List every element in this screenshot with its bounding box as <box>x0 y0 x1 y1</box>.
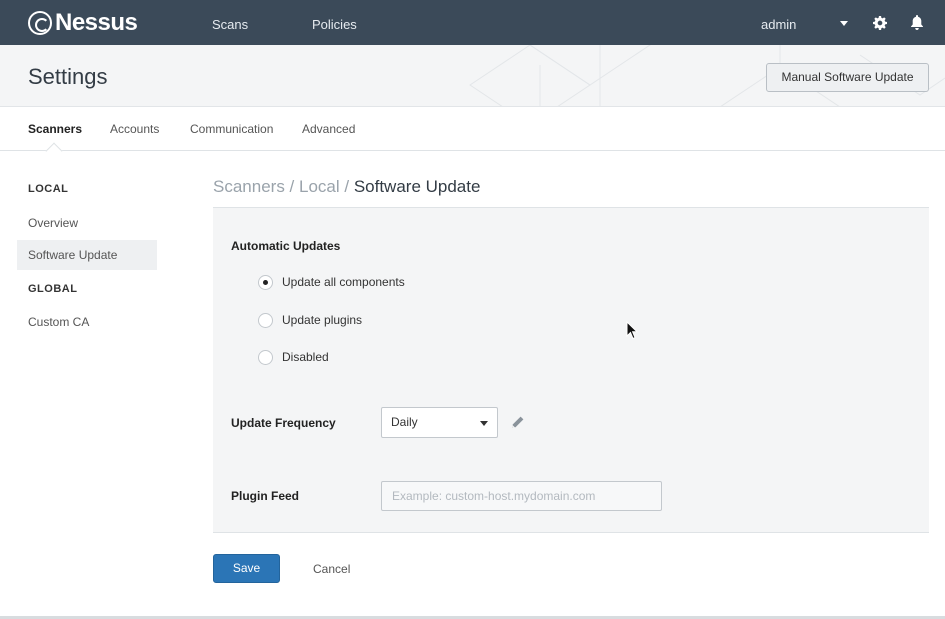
radio-button[interactable] <box>258 312 273 328</box>
tab-advanced[interactable]: Advanced <box>302 122 355 136</box>
gear-icon[interactable] <box>873 16 887 30</box>
user-menu[interactable]: admin <box>761 17 796 32</box>
plugin-feed-label: Plugin Feed <box>231 489 300 503</box>
plugin-feed-input[interactable] <box>381 481 662 511</box>
breadcrumb: Scanners / Local / Software Update <box>213 177 480 197</box>
pencil-icon[interactable] <box>511 416 524 429</box>
manual-software-update-button[interactable]: Manual Software Update <box>766 63 929 92</box>
software-update-form: Automatic Updates Update all components … <box>213 207 929 533</box>
nav-scans[interactable]: Scans <box>212 17 248 32</box>
brand[interactable]: Nessus <box>28 9 138 37</box>
nav-policies[interactable]: Policies <box>312 17 357 32</box>
breadcrumb-separator: / <box>284 177 299 196</box>
breadcrumb-current: Software Update <box>353 177 481 196</box>
sidebar-item-software-update[interactable]: Software Update <box>17 240 157 270</box>
save-button[interactable]: Save <box>213 554 280 583</box>
breadcrumb-scanners[interactable]: Scanners <box>213 177 285 196</box>
tab-communication[interactable]: Communication <box>190 122 273 136</box>
radio-update-plugins[interactable]: Update plugins <box>258 311 362 329</box>
cancel-button[interactable]: Cancel <box>313 562 350 576</box>
page-title: Settings <box>28 64 108 89</box>
nessus-logo-icon <box>28 11 52 35</box>
caret-down-icon <box>480 421 488 426</box>
radio-button[interactable] <box>258 349 273 365</box>
active-tab-pointer <box>45 142 63 160</box>
tab-accounts[interactable]: Accounts <box>110 122 159 136</box>
sidebar-item-custom-ca[interactable]: Custom CA <box>17 307 157 337</box>
breadcrumb-local[interactable]: Local <box>299 177 340 196</box>
radio-button-checked[interactable] <box>258 274 273 290</box>
sidebar-heading-global: GLOBAL <box>28 283 78 295</box>
brand-name: Nessus <box>55 9 138 36</box>
page-header: Settings Manual Software Update <box>0 45 945 107</box>
breadcrumb-separator: / <box>339 177 354 196</box>
tab-scanners[interactable]: Scanners <box>28 122 82 136</box>
radio-label: Disabled <box>282 350 329 364</box>
update-frequency-select[interactable]: Daily <box>381 407 498 438</box>
radio-label: Update plugins <box>282 313 363 327</box>
radio-update-all-components[interactable]: Update all components <box>258 273 405 291</box>
radio-disabled[interactable]: Disabled <box>258 348 329 366</box>
sidebar-heading-local: LOCAL <box>28 183 69 195</box>
automatic-updates-label: Automatic Updates <box>231 239 341 253</box>
bell-icon[interactable] <box>910 15 924 30</box>
caret-down-icon[interactable] <box>840 21 848 26</box>
radio-label: Update all components <box>282 275 405 289</box>
mouse-pointer-icon <box>626 321 638 340</box>
update-frequency-label: Update Frequency <box>231 416 336 430</box>
settings-tabs: Scanners Accounts Communication Advanced <box>0 107 945 160</box>
sidebar-item-overview[interactable]: Overview <box>17 208 157 238</box>
top-navbar: Nessus Scans Policies admin <box>0 0 945 45</box>
update-frequency-value: Daily <box>391 415 418 429</box>
